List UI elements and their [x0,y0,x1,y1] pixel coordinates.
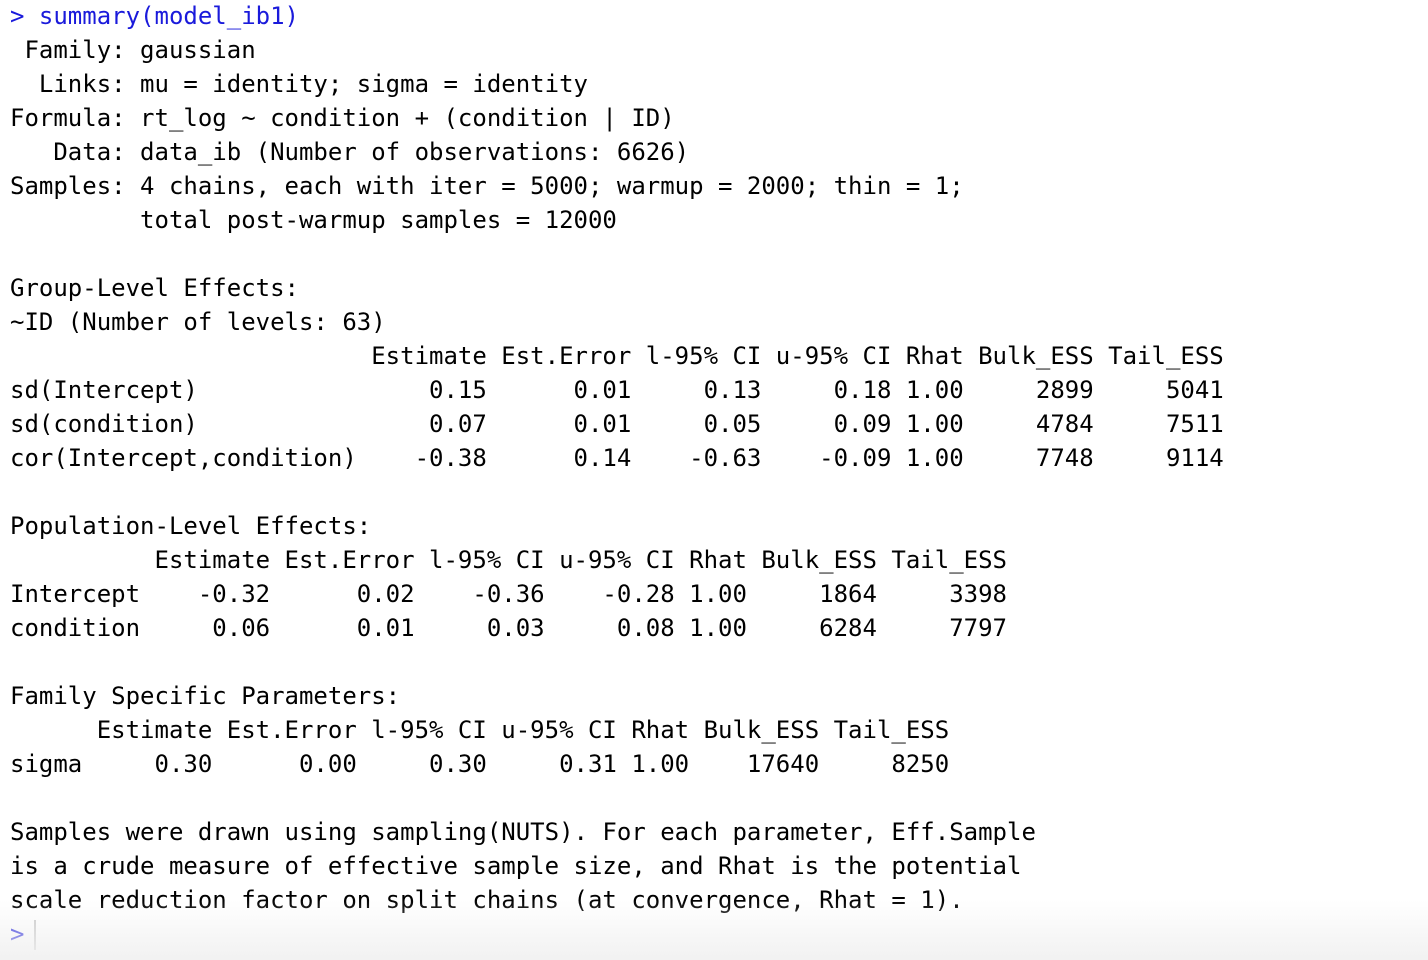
population-level-row: Intercept -0.32 0.02 -0.36 -0.28 1.00 18… [10,580,1007,608]
text-cursor [34,920,37,950]
group-level-header: Estimate Est.Error l-95% CI u-95% CI Rha… [10,342,1224,370]
header-samples-total: total post-warmup samples = 12000 [10,206,617,234]
header-formula: Formula: rt_log ~ condition + (condition… [10,104,675,132]
header-links: Links: mu = identity; sigma = identity [10,70,588,98]
command-line: > summary(model_ib1) [10,0,1420,33]
group-level-title: Group-Level Effects: [10,274,299,302]
population-level-header: Estimate Est.Error l-95% CI u-95% CI Rha… [10,546,1007,574]
input-prompt: > [10,920,25,948]
footer-line: is a crude measure of effective sample s… [10,852,1022,880]
header-family: Family: gaussian [10,36,256,64]
family-specific-header: Estimate Est.Error l-95% CI u-95% CI Rha… [10,716,950,744]
console-input-line[interactable]: > [10,917,1420,951]
footer-line: scale reduction factor on split chains (… [10,886,964,914]
group-level-row: cor(Intercept,condition) -0.38 0.14 -0.6… [10,444,1224,472]
r-console-output: > summary(model_ib1) Family: gaussian Li… [10,0,1420,951]
command-prompt: > [10,2,39,30]
command-text: summary(model_ib1) [38,2,299,30]
group-level-subtitle: ~ID (Number of levels: 63) [10,308,386,336]
header-data: Data: data_ib (Number of observations: 6… [10,138,690,166]
footer-line: Samples were drawn using sampling(NUTS).… [10,818,1036,846]
header-samples: Samples: 4 chains, each with iter = 5000… [10,172,964,200]
population-level-row: condition 0.06 0.01 0.03 0.08 1.00 6284 … [10,614,1007,642]
population-level-title: Population-Level Effects: [10,512,372,540]
family-specific-row: sigma 0.30 0.00 0.30 0.31 1.00 17640 825… [10,750,950,778]
family-specific-title: Family Specific Parameters: [10,682,401,710]
group-level-row: sd(Intercept) 0.15 0.01 0.13 0.18 1.00 2… [10,376,1224,404]
group-level-row: sd(condition) 0.07 0.01 0.05 0.09 1.00 4… [10,410,1224,438]
